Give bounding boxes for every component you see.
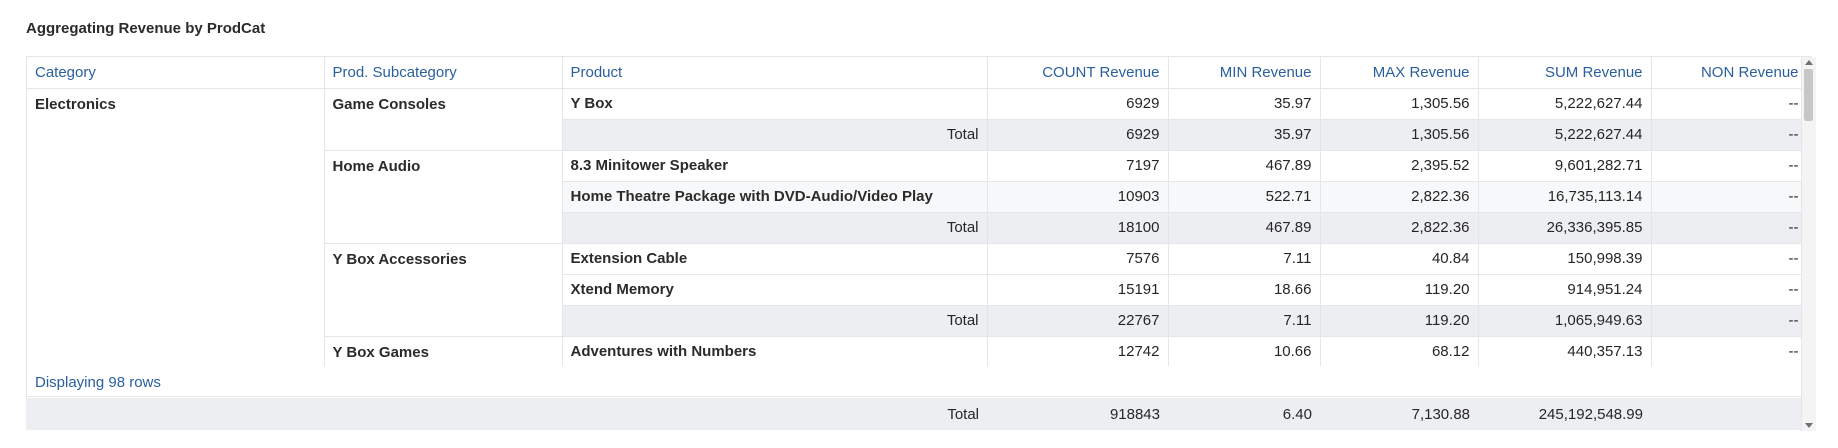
min-cell: 467.89 bbox=[1168, 212, 1321, 244]
col-header-max-revenue[interactable]: MAX Revenue bbox=[1320, 57, 1479, 89]
min-cell: 35.97 bbox=[1168, 88, 1321, 120]
max-cell: 119.20 bbox=[1320, 305, 1479, 337]
grand-total-row: Total 918843 6.40 7,130.88 245,192,548.9… bbox=[26, 398, 1806, 430]
count-cell: 7197 bbox=[987, 150, 1169, 182]
sum-cell: 914,951.24 bbox=[1478, 274, 1652, 306]
non-cell: -- bbox=[1651, 88, 1808, 120]
non-cell: -- bbox=[1651, 212, 1808, 244]
max-cell: 2,395.52 bbox=[1320, 150, 1479, 182]
product-cell: Y Box bbox=[562, 88, 988, 120]
header-row: Category Prod. Subcategory Product COUNT… bbox=[27, 57, 1808, 89]
sum-cell: 150,998.39 bbox=[1478, 243, 1652, 275]
sum-cell: 5,222,627.44 bbox=[1478, 119, 1652, 151]
non-cell: -- bbox=[1651, 305, 1808, 337]
count-cell: 22767 bbox=[987, 305, 1169, 337]
subtotal-label: Total bbox=[562, 119, 988, 151]
table-row: Electronics Game Consoles Y Box 6929 35.… bbox=[27, 88, 1808, 368]
col-header-min-revenue[interactable]: MIN Revenue bbox=[1168, 57, 1321, 89]
count-cell: 6929 bbox=[987, 119, 1169, 151]
max-cell: 119.20 bbox=[1320, 274, 1479, 306]
count-cell: 6929 bbox=[987, 88, 1169, 120]
product-cell: Extension Cable bbox=[562, 243, 988, 275]
grand-total-max: 7,130.88 bbox=[1411, 406, 1470, 423]
max-cell: 1,305.56 bbox=[1320, 88, 1479, 120]
product-cell: Adventures with Numbers bbox=[562, 336, 988, 368]
sum-cell: 9,601,282.71 bbox=[1478, 150, 1652, 182]
max-cell: 2,822.36 bbox=[1320, 212, 1479, 244]
non-cell: -- bbox=[1651, 336, 1808, 368]
min-cell: 18.66 bbox=[1168, 274, 1321, 306]
col-header-count-revenue[interactable]: COUNT Revenue bbox=[987, 57, 1169, 89]
non-cell: -- bbox=[1651, 181, 1808, 213]
sum-cell: 16,735,113.14 bbox=[1478, 181, 1652, 213]
col-header-category[interactable]: Category bbox=[27, 57, 325, 89]
sum-cell: 5,222,627.44 bbox=[1478, 88, 1652, 120]
subcategory-cell: Y Box Accessories bbox=[324, 243, 563, 337]
non-cell: -- bbox=[1651, 243, 1808, 275]
non-cell: -- bbox=[1651, 119, 1808, 151]
max-cell: 1,305.56 bbox=[1320, 119, 1479, 151]
count-cell: 15191 bbox=[987, 274, 1169, 306]
count-cell: 7576 bbox=[987, 243, 1169, 275]
product-cell: 8.3 Minitower Speaker bbox=[562, 150, 988, 182]
min-cell: 7.11 bbox=[1168, 243, 1321, 275]
count-cell: 12742 bbox=[987, 336, 1169, 368]
subtotal-label: Total bbox=[562, 212, 988, 244]
subcategory-cell: Y Box Games bbox=[324, 336, 563, 368]
subtotal-label: Total bbox=[562, 305, 988, 337]
grand-total-min: 6.40 bbox=[1282, 406, 1312, 423]
non-cell: -- bbox=[1651, 150, 1808, 182]
col-header-subcategory[interactable]: Prod. Subcategory bbox=[324, 57, 563, 89]
max-cell: 40.84 bbox=[1320, 243, 1479, 275]
product-cell: Home Theatre Package with DVD-Audio/Vide… bbox=[562, 181, 988, 213]
product-cell: Xtend Memory bbox=[562, 274, 988, 306]
scroll-down-arrow-icon[interactable] bbox=[1805, 423, 1813, 428]
min-cell: 522.71 bbox=[1168, 181, 1321, 213]
sum-cell: 1,065,949.63 bbox=[1478, 305, 1652, 337]
category-cell: Electronics bbox=[27, 88, 325, 368]
sum-cell: 440,357.13 bbox=[1478, 336, 1652, 368]
min-cell: 35.97 bbox=[1168, 119, 1321, 151]
non-cell: -- bbox=[1651, 274, 1808, 306]
max-cell: 68.12 bbox=[1320, 336, 1479, 368]
scroll-thumb[interactable] bbox=[1804, 69, 1813, 121]
vertical-scrollbar[interactable] bbox=[1801, 57, 1816, 431]
scroll-up-arrow-icon[interactable] bbox=[1805, 60, 1813, 65]
count-cell: 10903 bbox=[987, 181, 1169, 213]
grand-total-sum: 245,192,548.99 bbox=[1538, 406, 1643, 423]
min-cell: 10.66 bbox=[1168, 336, 1321, 368]
min-cell: 7.11 bbox=[1168, 305, 1321, 337]
sum-cell: 26,336,395.85 bbox=[1478, 212, 1652, 244]
subcategory-cell: Home Audio bbox=[324, 150, 563, 244]
count-cell: 18100 bbox=[987, 212, 1169, 244]
col-header-product[interactable]: Product bbox=[562, 57, 988, 89]
grand-total-count: 918843 bbox=[1109, 406, 1160, 423]
grand-total-label: Total bbox=[947, 406, 979, 423]
subcategory-cell: Game Consoles bbox=[324, 88, 563, 151]
report-title: Aggregating Revenue by ProdCat bbox=[26, 20, 266, 37]
min-cell: 467.89 bbox=[1168, 150, 1321, 182]
max-cell: 2,822.36 bbox=[1320, 181, 1479, 213]
col-header-non-revenue[interactable]: NON Revenue bbox=[1651, 57, 1808, 89]
col-header-sum-revenue[interactable]: SUM Revenue bbox=[1478, 57, 1652, 89]
row-count-label: Displaying 98 rows bbox=[26, 366, 1806, 397]
